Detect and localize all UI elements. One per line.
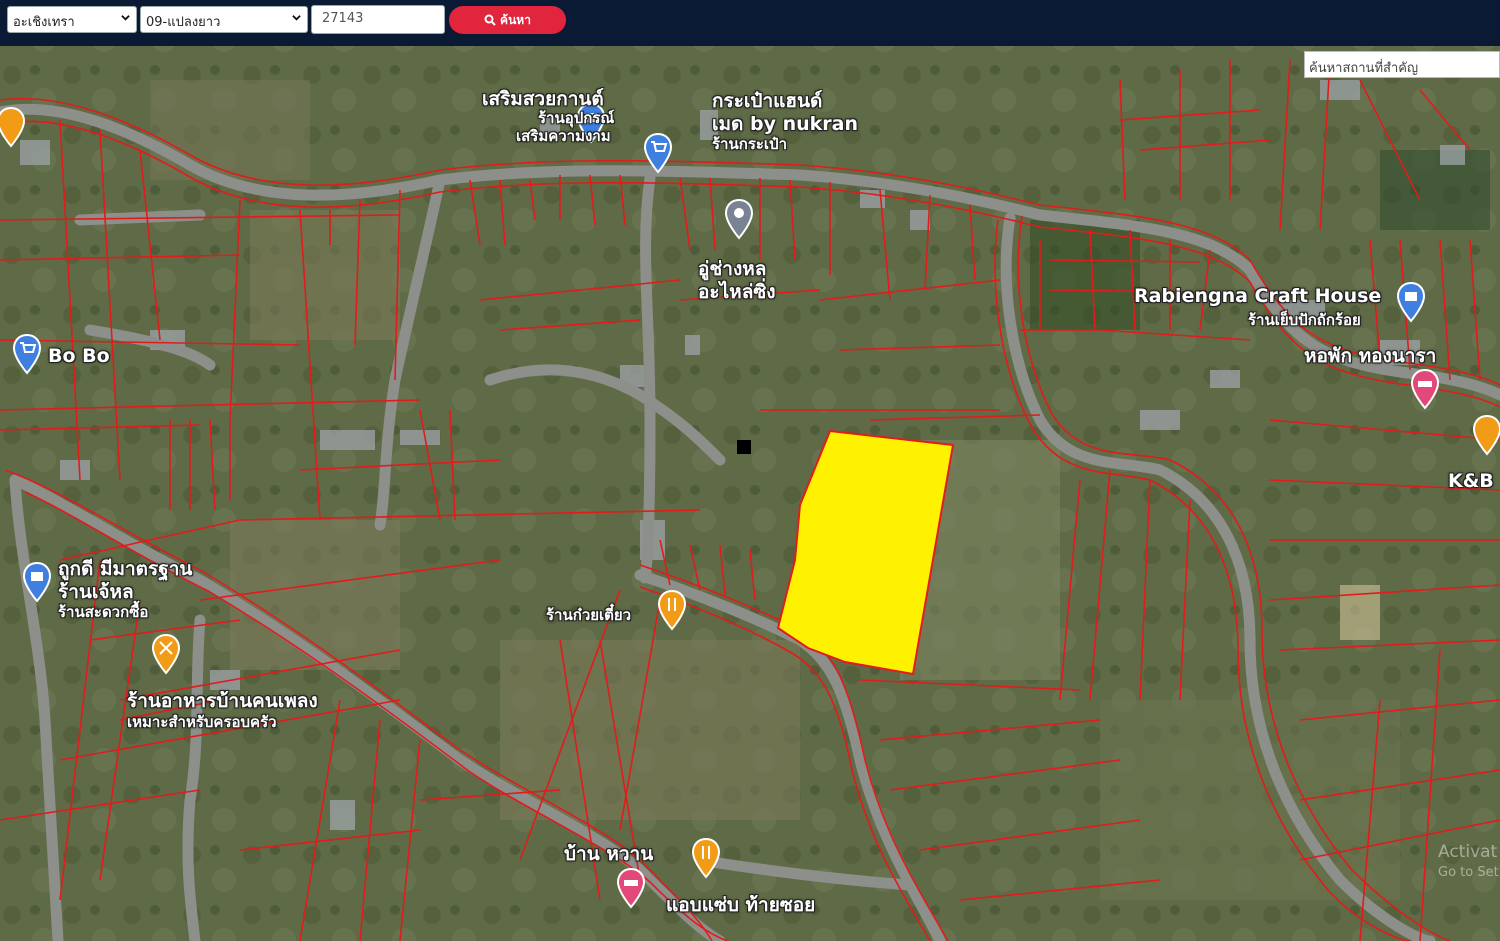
food-pin-icon[interactable] [0,106,26,148]
poi-label: ร้านเย็บปักถักร้อย [1248,311,1361,329]
location-pin-icon[interactable] [724,198,754,240]
poi-label: Bo Bo [48,345,110,367]
restaurant-pin-icon[interactable] [691,837,721,879]
chevron-down-icon [121,15,130,21]
activation-watermark: Activat [1438,842,1498,862]
poi-label: Rabiengna Craft House [1134,285,1382,307]
marker-square [737,440,751,454]
search-button-label: ค้นหา [500,12,531,27]
district-select-value: อะเชิงเทรา [13,15,75,30]
chevron-down-icon [292,15,301,21]
hotel-pin-icon[interactable] [1410,368,1440,410]
poi-label: ร้านสะดวกซื้อ [58,603,149,621]
poi-label: K&B [1448,470,1494,492]
district-select[interactable]: อะเชิงเทรา [7,6,137,33]
search-button[interactable]: ค้นหา [449,6,566,34]
top-toolbar: อะเชิงเทรา 09-แปลงยาว 27143 ค้นหา [0,0,1500,46]
activation-watermark-sub: Go to Set [1438,865,1499,880]
shopping-cart-pin-icon[interactable] [643,132,673,174]
hotel-pin-icon[interactable] [616,867,646,909]
poi-label: บ้าน หวาน [564,843,654,865]
poi-label: หอพัก ทองนารา [1304,345,1437,367]
poi-label: เสริมความงาม [516,127,611,145]
shopping-cart-pin-icon[interactable] [12,333,42,375]
food-pin-icon[interactable] [1472,414,1500,456]
place-search-placeholder: ค้นหาสถานที่สำคัญ [1309,61,1419,76]
food-pin-icon[interactable] [151,633,181,675]
poi-label: แอบแซ่บ ท้ายซอย [666,894,816,916]
layer-select[interactable]: 09-แปลงยาว [140,6,308,33]
shopping-pin-icon[interactable] [22,561,52,603]
shopping-pin-icon[interactable] [1396,281,1426,323]
satellite-map[interactable] [0,46,1500,941]
search-icon [484,14,496,26]
parcel-number-value: 27143 [322,11,364,26]
parcel-number-input[interactable]: 27143 [311,5,445,34]
place-search-input[interactable]: ค้นหาสถานที่สำคัญ [1304,51,1500,78]
restaurant-pin-icon[interactable] [657,589,687,631]
map-view[interactable]: เสริมสวยกานต์ ร้านอุปกรณ์ เสริมความงาม ก… [0,46,1500,941]
poi-label: ร้านก๋วยเตี๋ยว [546,606,632,624]
poi-label: ร้านกระเป๋า [712,135,787,153]
poi-label: อะไหล่ซิ่ง [698,281,776,303]
poi-label: เหมาะสำหรับครอบครัว [127,713,277,731]
layer-select-value: 09-แปลงยาว [146,15,221,30]
